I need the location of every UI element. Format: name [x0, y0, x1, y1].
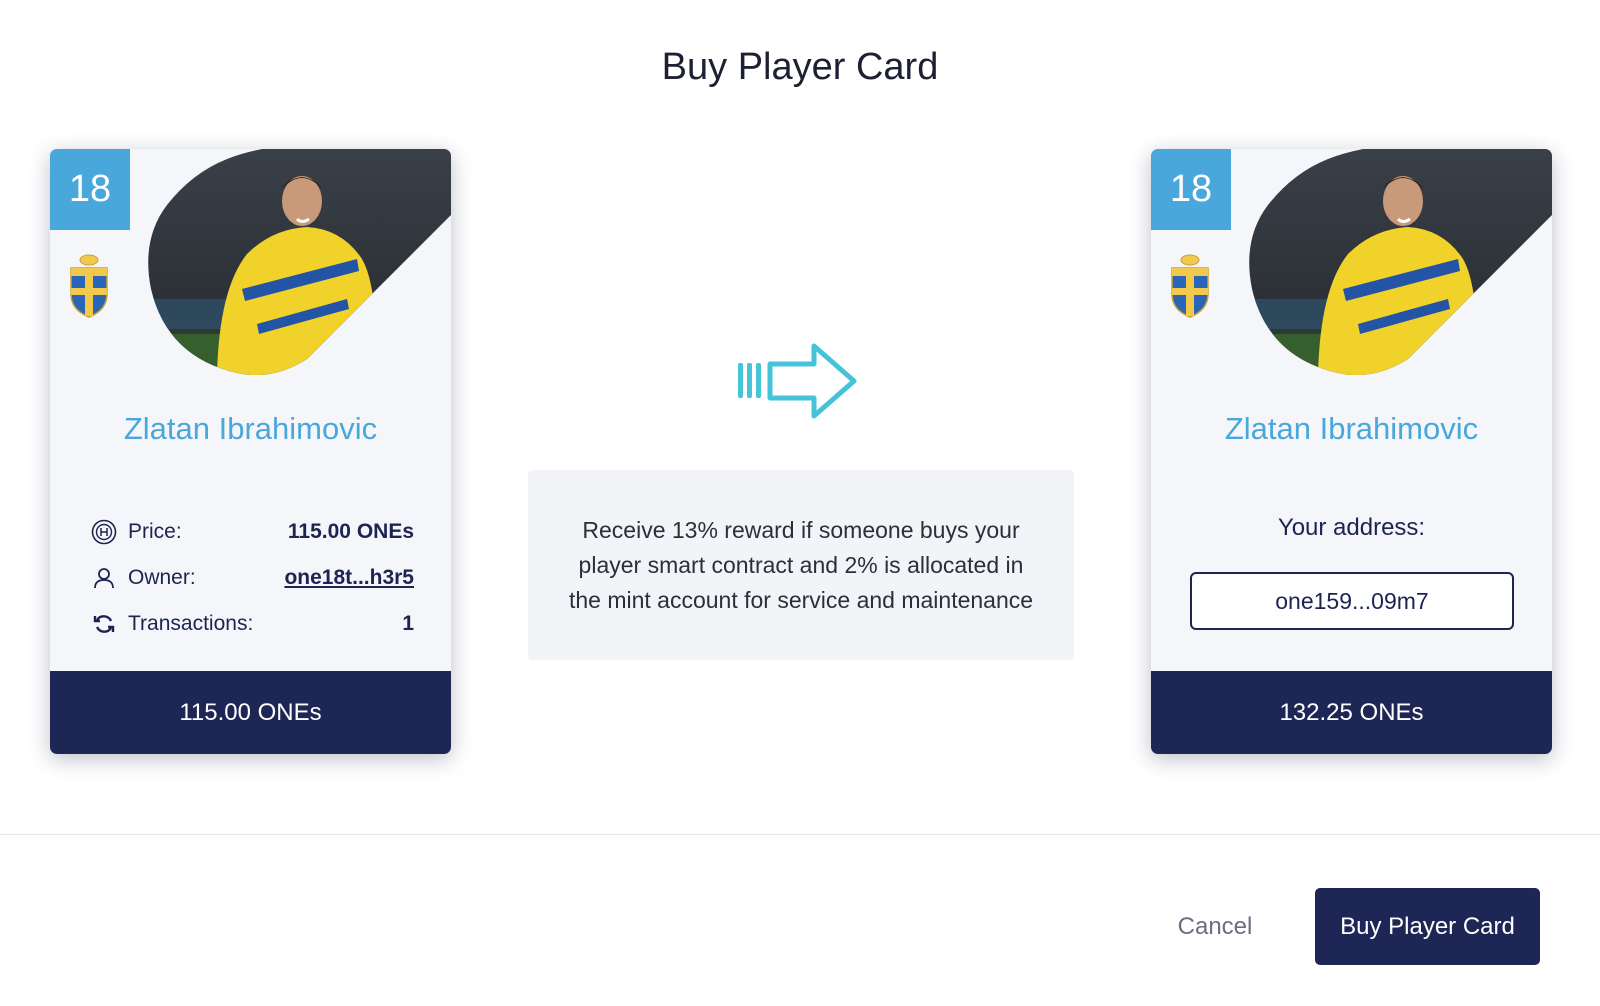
card-price-footer: 132.25 ONEs: [1151, 671, 1552, 754]
reward-info-text: Receive 13% reward if someone buys your …: [568, 516, 1034, 613]
player-name: Zlatan Ibrahimovic: [1224, 411, 1479, 446]
current-player-card: 18 Zlatan Ibrahimovic Price: 115.00 ONEs…: [50, 149, 451, 754]
price-label: Price:: [128, 520, 182, 543]
player-photo: [148, 149, 451, 375]
cancel-button[interactable]: Cancel: [1165, 902, 1265, 952]
transactions-value: 1: [402, 612, 414, 635]
player-name: Zlatan Ibrahimovic: [123, 411, 378, 446]
new-player-card: 18 Zlatan Ibrahimovic Your address: one1…: [1151, 149, 1552, 754]
player-stats: Price: 115.00 ONEs Owner: one18t...h3r5: [90, 509, 414, 647]
transactions-row: Transactions: 1: [90, 601, 414, 647]
arrow-right-icon: [738, 343, 857, 419]
footer-divider: [0, 834, 1600, 835]
coin-icon: [90, 518, 118, 546]
owner-row: Owner: one18t...h3r5: [90, 555, 414, 601]
sweden-crest-icon: [1171, 254, 1209, 318]
transactions-label: Transactions:: [128, 612, 254, 635]
modal-title: Buy Player Card: [661, 46, 939, 88]
your-address-label: Your address:: [1277, 514, 1426, 541]
reward-info-box: Receive 13% reward if someone buys your …: [528, 470, 1074, 660]
your-address-field[interactable]: one159...09m7: [1190, 572, 1514, 630]
card-price-footer: 115.00 ONEs: [50, 671, 451, 754]
refresh-icon: [90, 610, 118, 638]
price-row: Price: 115.00 ONEs: [90, 509, 414, 555]
buy-player-card-button[interactable]: Buy Player Card: [1315, 888, 1540, 965]
player-photo: [1249, 149, 1552, 375]
buy-player-card-modal: Buy Player Card 18 Zlatan Ibrahimovic Pr…: [0, 0, 1600, 1006]
user-icon: [90, 564, 118, 592]
owner-label: Owner:: [128, 566, 196, 589]
player-number-badge: 18: [50, 149, 130, 230]
owner-address-link[interactable]: one18t...h3r5: [284, 566, 414, 590]
price-value: 115.00 ONEs: [287, 520, 414, 543]
sweden-crest-icon: [70, 254, 108, 318]
player-number-badge: 18: [1151, 149, 1231, 230]
